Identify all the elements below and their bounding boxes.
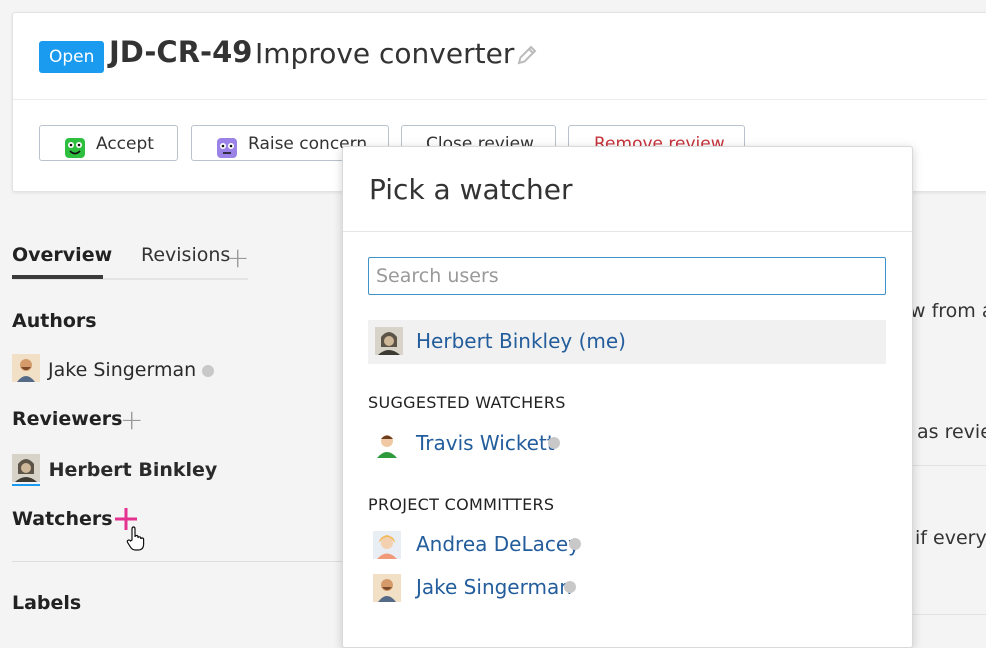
- status-badge: Open: [39, 41, 105, 73]
- background-divider: [910, 614, 986, 615]
- suggested-watchers-heading: SUGGESTED WATCHERS: [368, 393, 566, 412]
- presence-dot: [564, 581, 576, 593]
- authors-heading: Authors: [12, 310, 97, 332]
- active-tab-indicator: [12, 275, 103, 279]
- background-text-fragment: as revie: [917, 421, 986, 443]
- accept-label: Accept: [96, 134, 154, 154]
- tab-revisions[interactable]: Revisions: [141, 244, 230, 266]
- avatar: [373, 430, 401, 462]
- card-divider: [13, 99, 986, 100]
- labels-heading: Labels: [12, 592, 82, 614]
- add-reviewer-plus-icon[interactable]: +: [120, 406, 143, 434]
- presence-dot: [202, 364, 215, 377]
- current-user-option[interactable]: Herbert Binkley (me): [368, 320, 886, 364]
- project-committers-heading: PROJECT COMMITTERS: [368, 495, 555, 514]
- avatar: [12, 354, 40, 387]
- add-revision-plus-icon[interactable]: +: [226, 244, 249, 272]
- avatar: [375, 327, 403, 359]
- reviewers-heading: Reviewers: [12, 408, 123, 430]
- avatar: [373, 574, 401, 606]
- review-id: JD-CR-49: [109, 35, 253, 69]
- accept-button[interactable]: Accept: [39, 125, 178, 161]
- presence-dot: [548, 437, 560, 449]
- reviewer-item[interactable]: Herbert Binkley: [12, 454, 217, 487]
- pencil-icon[interactable]: [515, 43, 539, 71]
- author-item[interactable]: Jake Singerman: [12, 354, 215, 387]
- tab-overview[interactable]: Overview: [12, 244, 112, 266]
- reviewer-name: Herbert Binkley: [48, 459, 218, 481]
- background-divider: [910, 465, 986, 466]
- review-title: Improve converter: [255, 37, 515, 70]
- user-name: Jake Singerman: [416, 575, 572, 599]
- hand-cursor-icon: [126, 526, 146, 556]
- popup-divider: [343, 231, 912, 232]
- avatar: [373, 531, 401, 563]
- user-name: Andrea DeLacey: [416, 532, 580, 556]
- avatar: [12, 454, 40, 487]
- search-users-input[interactable]: [368, 257, 886, 295]
- sidebar-divider: [12, 561, 342, 562]
- watchers-heading: Watchers: [12, 508, 113, 530]
- concern-emoji-icon: [217, 135, 237, 160]
- current-user-name: Herbert Binkley (me): [416, 329, 626, 353]
- author-name: Jake Singerman: [48, 359, 197, 381]
- reviewer-underline: [12, 484, 40, 486]
- popup-title: Pick a watcher: [369, 173, 573, 206]
- pick-watcher-popup: Pick a watcher Herbert Binkley (me) SUGG…: [342, 146, 913, 648]
- accept-emoji-icon: [65, 135, 85, 171]
- review-tabs: Overview Revisions +: [12, 240, 249, 280]
- presence-dot: [569, 538, 581, 550]
- background-text-fragment: if everyt: [915, 527, 986, 549]
- user-name: Travis Wickett: [416, 431, 555, 455]
- background-text-fragment: w from a: [910, 300, 986, 322]
